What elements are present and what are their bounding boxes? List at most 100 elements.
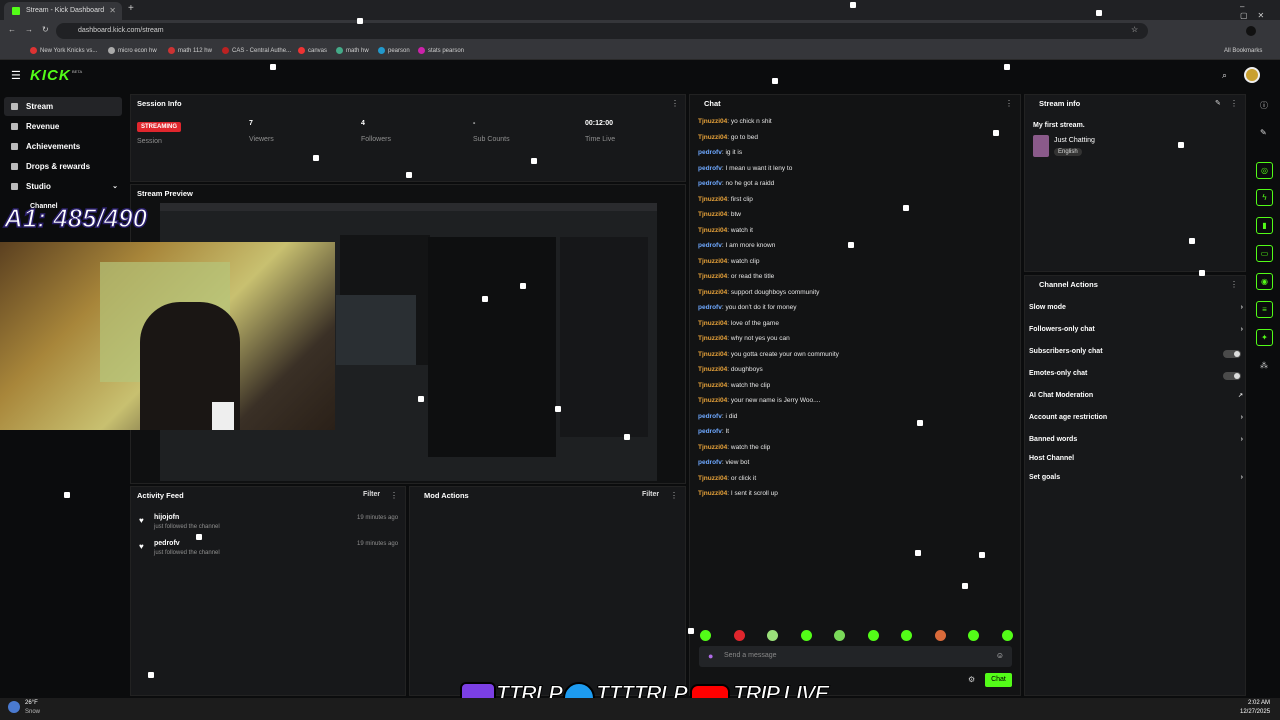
followers-only-row[interactable]: Followers-only chat ›: [1029, 326, 1243, 338]
host-channel-row[interactable]: Host Channel: [1029, 455, 1243, 467]
user-avatar[interactable]: [1244, 67, 1260, 83]
account-age-row[interactable]: Account age restriction ›: [1029, 414, 1243, 426]
bookmark-item[interactable]: New York Knicks vs...: [30, 45, 97, 57]
subscribers-only-row[interactable]: Subscribers-only chat: [1029, 348, 1243, 360]
ai-moderation-row[interactable]: AI Chat Moderation ↗: [1029, 392, 1243, 404]
more-options-icon[interactable]: ⋮: [671, 99, 679, 108]
bookmark-item[interactable]: pearson: [378, 45, 410, 57]
chat-username[interactable]: Tjnuzzi04: [698, 196, 727, 203]
more-options-icon[interactable]: ⋮: [1230, 280, 1238, 289]
chat-username[interactable]: pedrofv: [698, 459, 722, 466]
bookmark-item[interactable]: canvas: [298, 45, 327, 57]
emoji-icon[interactable]: ☺: [996, 651, 1004, 660]
url-input[interactable]: dashboard.kick.com/stream: [56, 23, 1148, 39]
sidebar-item-achievements[interactable]: Achievements: [4, 137, 122, 156]
chat-username[interactable]: Tjnuzzi04: [698, 444, 727, 451]
bookmark-item[interactable]: CAS - Central Authe...: [222, 45, 291, 57]
chat-username[interactable]: Tjnuzzi04: [698, 134, 727, 141]
pencil-icon[interactable]: ✎: [1260, 128, 1267, 137]
chat-username[interactable]: Tjnuzzi04: [698, 335, 727, 342]
emote-icon[interactable]: [733, 630, 745, 641]
emote-icon[interactable]: [968, 630, 979, 641]
rail-button-target-icon[interactable]: ◎: [1256, 162, 1273, 179]
more-options-icon[interactable]: ⋮: [670, 491, 678, 500]
emote-icon[interactable]: [1001, 630, 1013, 641]
search-icon[interactable]: ⌕: [1222, 70, 1227, 81]
chat-username[interactable]: pedrofv: [698, 242, 722, 249]
sidebar-item-studio[interactable]: Studio ⌄: [4, 177, 122, 196]
emote-icon[interactable]: [767, 630, 778, 641]
bookmark-item[interactable]: micro econ hw: [108, 45, 157, 57]
all-bookmarks[interactable]: All Bookmarks: [1224, 45, 1262, 57]
chat-username[interactable]: Tjnuzzi04: [698, 475, 727, 482]
more-options-icon[interactable]: ⋮: [1230, 99, 1238, 108]
set-goals-row[interactable]: Set goals ›: [1029, 474, 1243, 486]
chat-username[interactable]: Tjnuzzi04: [698, 320, 727, 327]
chat-username[interactable]: Tjnuzzi04: [698, 211, 727, 218]
sidebar-item-revenue[interactable]: Revenue: [4, 117, 122, 136]
window-controls[interactable]: –▢✕: [1240, 2, 1280, 20]
close-tab-icon[interactable]: ✕: [109, 2, 116, 20]
snowflake: [196, 534, 202, 540]
chat-username[interactable]: pedrofv: [698, 304, 722, 311]
rail-button-wrench-icon[interactable]: ✦: [1256, 329, 1273, 346]
info-icon[interactable]: ⓘ: [1260, 100, 1268, 111]
chat-username[interactable]: Tjnuzzi04: [698, 118, 727, 125]
browser-tab[interactable]: Stream - Kick Dashboard ✕: [4, 2, 122, 20]
more-options-icon[interactable]: ⋮: [1005, 99, 1013, 108]
rail-button-broadcast-icon[interactable]: ◉: [1256, 273, 1273, 290]
chat-username[interactable]: pedrofv: [698, 180, 722, 187]
chat-username[interactable]: pedrofv: [698, 165, 722, 172]
slow-mode-row[interactable]: Slow mode ›: [1029, 304, 1243, 316]
rail-button-bookmark-icon[interactable]: ▮: [1256, 217, 1273, 234]
chat-username[interactable]: pedrofv: [698, 428, 722, 435]
chat-username[interactable]: pedrofv: [698, 413, 722, 420]
emotes-only-toggle[interactable]: [1223, 372, 1241, 380]
chat-username[interactable]: Tjnuzzi04: [698, 227, 727, 234]
chat-username[interactable]: Tjnuzzi04: [698, 382, 727, 389]
edit-pencil-icon[interactable]: ✎: [1215, 99, 1221, 107]
new-tab-icon[interactable]: +: [128, 3, 134, 14]
kick-logo[interactable]: KICK: [30, 67, 71, 84]
rail-button-bolt-icon[interactable]: ϟ: [1256, 189, 1273, 206]
bookmark-item[interactable]: math hw: [336, 45, 369, 57]
emote-icon[interactable]: [934, 630, 946, 641]
bookmark-item[interactable]: stats pearson: [418, 45, 464, 57]
activity-user[interactable]: pedrofv: [154, 540, 180, 547]
microphone-icon[interactable]: ●: [708, 651, 713, 661]
chat-username[interactable]: Tjnuzzi04: [698, 490, 727, 497]
more-options-icon[interactable]: ⋮: [390, 491, 398, 500]
bookmark-item[interactable]: math 112 hw: [168, 45, 212, 57]
bookmark-star-icon[interactable]: ☆: [1131, 25, 1138, 34]
chat-input[interactable]: ● Send a message ☺: [699, 646, 1012, 667]
sidebar-item-drops[interactable]: Drops & rewards: [4, 157, 122, 176]
emote-icon[interactable]: [800, 630, 812, 641]
add-widget-icon[interactable]: ⁂: [1260, 361, 1268, 370]
banned-words-row[interactable]: Banned words ›: [1029, 436, 1243, 448]
rail-button-chat-icon[interactable]: ▭: [1256, 245, 1273, 262]
rail-button-list-icon[interactable]: ≡: [1256, 301, 1273, 318]
chat-username[interactable]: Tjnuzzi04: [698, 289, 727, 296]
chat-settings-icon[interactable]: ⚙: [968, 675, 975, 684]
emote-icon[interactable]: [700, 630, 711, 641]
profile-avatar[interactable]: [1246, 26, 1256, 36]
activity-user[interactable]: hijojofn: [154, 514, 179, 521]
chat-username[interactable]: pedrofv: [698, 149, 722, 156]
subscribers-only-toggle[interactable]: [1223, 350, 1241, 358]
chat-username[interactable]: Tjnuzzi04: [698, 397, 727, 404]
nav-arrows-icon[interactable]: ←→↻: [8, 25, 58, 34]
chat-username[interactable]: Tjnuzzi04: [698, 258, 727, 265]
activity-filter-button[interactable]: Filter: [363, 491, 380, 498]
emotes-only-row[interactable]: Emotes-only chat: [1029, 370, 1243, 382]
chat-username[interactable]: Tjnuzzi04: [698, 273, 727, 280]
menu-icon[interactable]: ☰: [11, 69, 21, 82]
chat-username[interactable]: Tjnuzzi04: [698, 351, 727, 358]
chat-username[interactable]: Tjnuzzi04: [698, 366, 727, 373]
category-name[interactable]: Just Chatting: [1054, 137, 1095, 144]
sidebar-item-stream[interactable]: Stream: [4, 97, 122, 116]
emote-icon[interactable]: [867, 630, 879, 641]
emote-icon[interactable]: [901, 630, 912, 641]
chat-send-button[interactable]: Chat: [985, 673, 1012, 687]
emote-icon[interactable]: [834, 630, 845, 641]
mod-filter-button[interactable]: Filter: [642, 491, 659, 498]
